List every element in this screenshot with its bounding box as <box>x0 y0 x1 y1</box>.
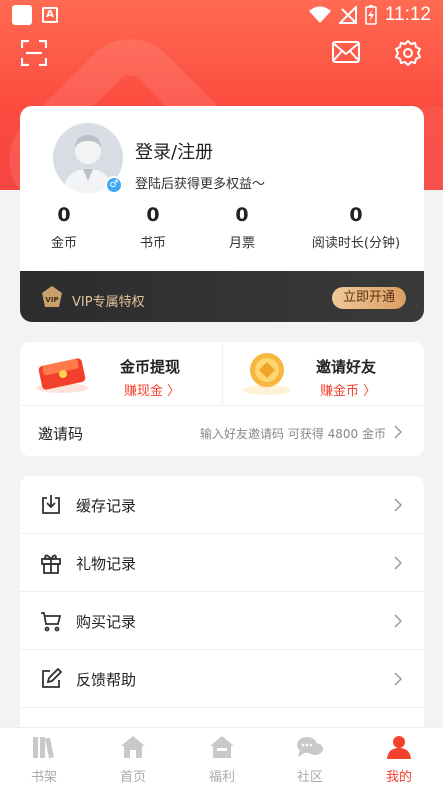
vip-banner[interactable]: VIP VIP专属特权 立即开通 <box>20 271 424 322</box>
gift-icon <box>41 554 61 574</box>
status-bar: A 11:12 <box>0 0 443 30</box>
vip-text: VIP专属特权 <box>72 295 145 310</box>
no-signal-icon <box>338 6 357 24</box>
menu-list: 缓存记录 礼物记录 购买记录 反馈帮助 <box>20 476 424 756</box>
reward-card: 金币提现 赚现金 〉 邀请好友 赚金币 〉 邀请码 输入好友邀请码 可获得 48… <box>20 342 424 456</box>
notification-icon <box>12 5 32 25</box>
tab-home[interactable]: 首页 <box>89 734 177 785</box>
tab-welfare[interactable]: 福利 <box>178 734 266 785</box>
settings-icon[interactable] <box>395 40 421 66</box>
bookshelf-icon <box>33 737 55 759</box>
app-a-icon: A <box>42 7 58 23</box>
welfare-icon <box>210 736 234 758</box>
gold-coin-icon <box>243 353 291 395</box>
menu-item-gift-records[interactable]: 礼物记录 <box>20 534 424 592</box>
invite-friends-entry[interactable]: 邀请好友 赚金币 〉 <box>222 342 424 405</box>
profile-card: ♂ 登录/注册 登陆后获得更多权益～ 0 金币 0 书币 0 月票 0 阅读时长… <box>20 106 424 271</box>
login-register-link[interactable]: 登录/注册 <box>135 138 213 164</box>
stat-reading-time[interactable]: 0 阅读时长(分钟) <box>300 204 412 251</box>
bottom-tab-bar: 书架 首页 福利 社区 我的 <box>0 727 443 787</box>
withdraw-sub: 赚现金 〉 <box>124 384 181 399</box>
tab-bookshelf[interactable]: 书架 <box>0 734 88 785</box>
chevron-right-icon <box>394 556 402 570</box>
invite-sub: 赚金币 〉 <box>320 384 377 399</box>
clock: 11:12 <box>384 4 431 25</box>
home-icon <box>121 736 145 758</box>
male-gender-icon: ♂ <box>105 176 123 194</box>
wifi-icon <box>308 6 331 23</box>
chevron-right-icon <box>394 498 402 512</box>
edit-icon <box>42 668 62 688</box>
chevron-right-icon <box>394 672 402 686</box>
community-icon <box>297 737 323 757</box>
invite-code-row[interactable]: 邀请码 输入好友邀请码 可获得 4800 金币 <box>20 405 424 456</box>
login-subtitle: 登陆后获得更多权益～ <box>135 177 266 192</box>
withdraw-title: 金币提现 <box>120 358 181 376</box>
invite-title: 邀请好友 <box>316 358 377 376</box>
invite-code-hint: 输入好友邀请码 可获得 4800 金币 <box>200 427 386 441</box>
battery-icon <box>365 5 377 25</box>
scan-icon[interactable] <box>21 40 47 66</box>
stats-row: 0 金币 0 书币 0 月票 0 阅读时长(分钟) <box>20 204 424 259</box>
chevron-right-icon <box>394 425 402 439</box>
tab-community[interactable]: 社区 <box>266 734 354 785</box>
menu-item-cache-records[interactable]: 缓存记录 <box>20 476 424 534</box>
chevron-right-icon <box>394 614 402 628</box>
stat-book-coins[interactable]: 0 书币 <box>133 204 173 251</box>
download-box-icon <box>42 495 60 514</box>
vip-crown-icon: VIP <box>42 286 62 307</box>
stat-coins[interactable]: 0 金币 <box>44 204 84 251</box>
vip-open-button[interactable]: 立即开通 <box>332 287 406 309</box>
cart-icon <box>41 612 62 632</box>
svg-text:VIP: VIP <box>45 296 58 304</box>
withdraw-coins-entry[interactable]: 金币提现 赚现金 〉 <box>20 342 222 405</box>
user-icon <box>387 736 411 759</box>
invite-code-label: 邀请码 <box>38 425 84 443</box>
menu-item-purchase-records[interactable]: 购买记录 <box>20 592 424 650</box>
red-envelope-icon <box>36 358 88 393</box>
menu-item-feedback-help[interactable]: 反馈帮助 <box>20 650 424 708</box>
mail-icon[interactable] <box>332 40 360 64</box>
tab-mine[interactable]: 我的 <box>355 734 443 785</box>
stat-monthly-ticket[interactable]: 0 月票 <box>222 204 262 251</box>
